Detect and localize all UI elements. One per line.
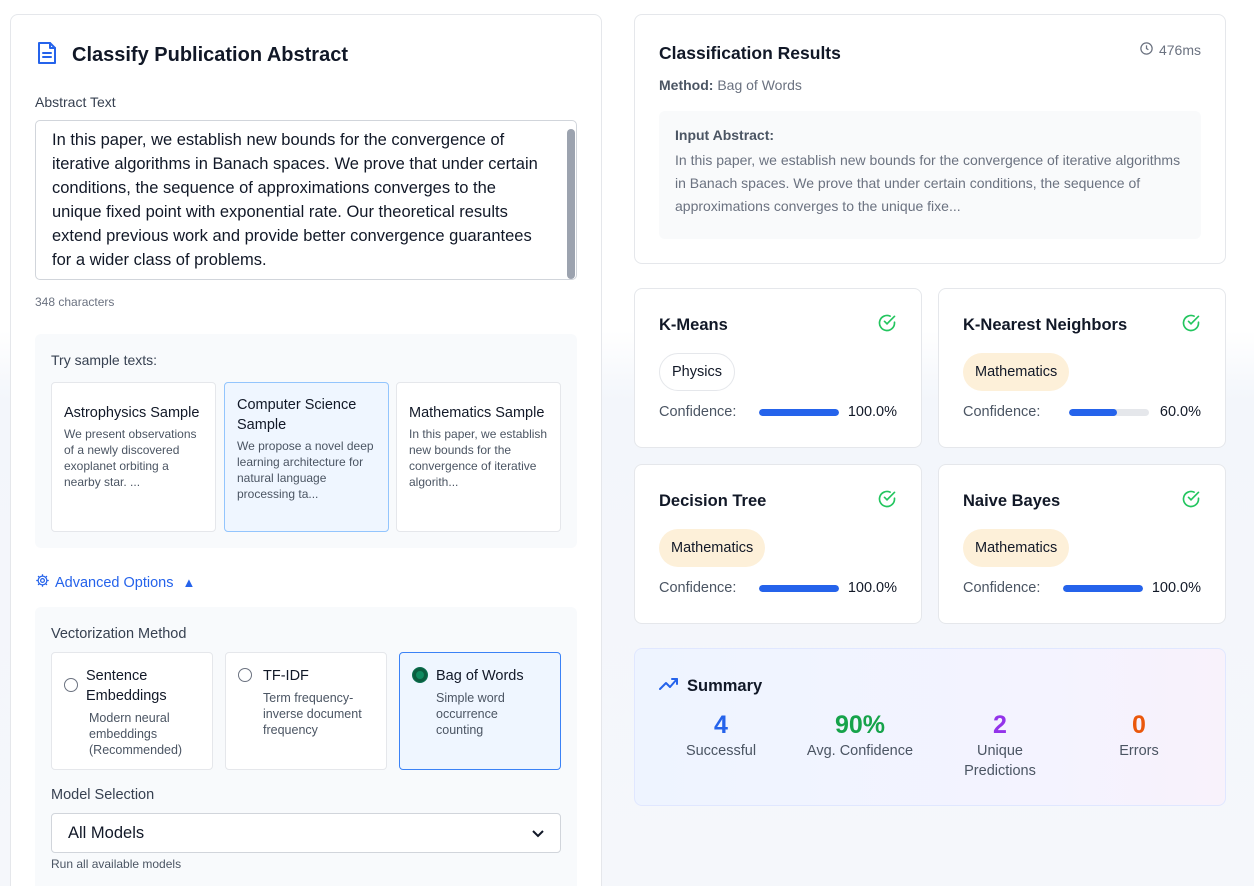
model-card-decision-tree: Decision Tree Mathematics Confidence: 10… (634, 464, 922, 624)
results-panel: Classification Results 476ms Method: Bag… (634, 14, 1226, 264)
abstract-label: Abstract Text (35, 94, 116, 110)
input-abstract-box: Input Abstract: In this paper, we establ… (659, 111, 1201, 239)
confidence-bar (1063, 585, 1143, 592)
radio-button[interactable] (238, 668, 252, 682)
char-count: 348 characters (35, 295, 115, 309)
sample-title: Astrophysics Sample (64, 405, 200, 421)
sample-texts-section: Try sample texts: Astrophysics Sample We… (35, 334, 577, 548)
advanced-options-section: Vectorization Method Sentence Embeddings… (35, 607, 577, 886)
confidence-value: 60.0% (1159, 404, 1201, 420)
confidence-label: Confidence: (659, 580, 737, 596)
prediction-badge: Mathematics (963, 529, 1070, 567)
model-card-k-nearest-neighbors: K-Nearest Neighbors Mathematics Confiden… (938, 288, 1226, 448)
method-line-value: Bag of Words (717, 77, 802, 93)
confidence-label: Confidence: (963, 580, 1041, 596)
model-card-naive-bayes: Naive Bayes Mathematics Confidence: 100.… (938, 464, 1226, 624)
sample-desc: We present observations of a newly disco… (64, 427, 197, 489)
model-selection-label: Model Selection (51, 787, 155, 803)
model-selection-hint: Run all available models (51, 857, 182, 871)
stat-value: 4 (714, 711, 728, 739)
model-name: Naive Bayes (963, 492, 1061, 510)
check-circle-icon (1181, 489, 1201, 514)
confidence-value: 100.0% (847, 580, 897, 596)
method-sentence-embeddings[interactable]: Sentence Embeddings Modern neural embedd… (51, 652, 213, 770)
method-title: Sentence Embeddings (86, 668, 167, 704)
document-icon (36, 41, 58, 70)
stat-errors: 0 Errors (1069, 711, 1209, 761)
stat-label: Avg. Confidence (806, 743, 914, 759)
abstract-textarea[interactable]: In this paper, we establish new bounds f… (35, 120, 577, 280)
stat-value: 2 (993, 711, 1007, 739)
prediction-badge: Mathematics (659, 529, 766, 567)
radio-button-selected[interactable] (412, 667, 428, 683)
abstract-text: In this paper, we establish new bounds f… (52, 131, 538, 269)
method-desc: Term frequency-inverse document frequenc… (263, 691, 362, 737)
radio-button[interactable] (64, 678, 78, 692)
confidence-bar (759, 585, 839, 592)
stat-value: 0 (1132, 711, 1146, 739)
vectorization-label: Vectorization Method (51, 626, 187, 642)
method-title: Bag of Words (436, 668, 524, 684)
confidence-value: 100.0% (1151, 580, 1201, 596)
input-abstract-text: In this paper, we establish new bounds f… (675, 152, 1181, 214)
textarea-scrollbar[interactable] (567, 129, 575, 279)
method-title: TF-IDF (263, 668, 309, 684)
method-bag-of-words[interactable]: Bag of Words Simple word occurrence coun… (399, 652, 561, 770)
classify-panel: Classify Publication Abstract Abstract T… (10, 14, 602, 886)
samples-header: Try sample texts: (51, 352, 158, 368)
classify-header: Classify Publication Abstract (36, 41, 348, 70)
sample-desc: In this paper, we establish new bounds f… (409, 427, 548, 489)
stat-value: 90% (834, 711, 886, 739)
method-desc: Simple word occurrence counting (436, 691, 505, 737)
results-title: Classification Results (659, 43, 841, 63)
prediction-badge: Mathematics (963, 353, 1070, 391)
chevron-down-icon (532, 824, 544, 843)
advanced-options-label: Advanced Options (55, 574, 174, 591)
gear-icon (35, 573, 50, 592)
stat-label: Errors (1119, 743, 1159, 759)
confidence-label: Confidence: (659, 404, 737, 420)
model-name: K-Means (659, 316, 728, 334)
sample-title: Mathematics Sample (409, 405, 545, 421)
sample-computer-science[interactable]: Computer Science Sample We propose a nov… (224, 382, 389, 532)
elapsed-time: 476ms (1139, 41, 1201, 59)
summary-header: Summary (659, 677, 762, 696)
input-abstract-header: Input Abstract: (675, 127, 775, 143)
confidence-bar (759, 409, 839, 416)
prediction-badge: Physics (659, 353, 735, 391)
sample-title: Computer Science Sample (237, 397, 357, 433)
sample-astrophysics[interactable]: Astrophysics Sample We present observati… (51, 382, 216, 532)
model-name: K-Nearest Neighbors (963, 316, 1128, 334)
trending-up-icon (659, 677, 679, 696)
model-name: Decision Tree (659, 492, 767, 510)
page-title: Classify Publication Abstract (72, 44, 348, 66)
stat-label: Unique Predictions (964, 743, 1036, 779)
method-tf-idf[interactable]: TF-IDF Term frequency-inverse document f… (225, 652, 387, 770)
summary-title: Summary (687, 677, 763, 695)
advanced-options-toggle[interactable]: Advanced Options ▲ (35, 573, 195, 592)
method-line: Method: Bag of Words (659, 77, 802, 93)
check-circle-icon (1181, 313, 1201, 338)
clock-icon (1139, 41, 1154, 59)
method-line-label: Method: (659, 77, 714, 93)
check-circle-icon (877, 489, 897, 514)
confidence-value: 100.0% (847, 404, 897, 420)
model-card-k-means: K-Means Physics Confidence: 100.0% (634, 288, 922, 448)
confidence-bar (1069, 409, 1149, 416)
elapsed-time-value: 476ms (1158, 42, 1201, 58)
stat-successful: 4 Successful (651, 711, 791, 761)
model-select[interactable]: All Models (51, 813, 561, 853)
sample-desc: We propose a novel deep learning archite… (237, 439, 374, 501)
stat-unique-predictions: 2 Unique Predictions (930, 711, 1070, 781)
model-select-value: All Models (68, 823, 145, 842)
caret-up-icon: ▲ (182, 575, 196, 590)
confidence-label: Confidence: (963, 404, 1041, 420)
summary-panel: Summary 4 Successful 90% Avg. Confidence… (634, 648, 1226, 806)
check-circle-icon (877, 313, 897, 338)
stat-avg-confidence: 90% Avg. Confidence (790, 711, 930, 761)
stat-label: Successful (685, 743, 757, 759)
sample-mathematics[interactable]: Mathematics Sample In this paper, we est… (396, 382, 561, 532)
method-desc: Modern neural embeddings (Recommended) (89, 711, 183, 757)
